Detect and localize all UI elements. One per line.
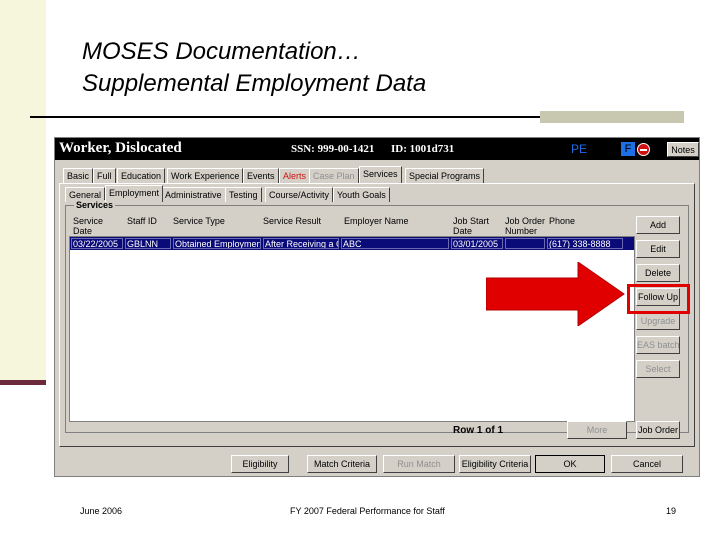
row-count: Row 1 of 1 xyxy=(453,425,504,436)
cell-job-start-date[interactable]: 03/01/2005 xyxy=(451,238,503,249)
main-tab-row: Basic Full Education Work Experience Eve… xyxy=(63,166,693,183)
subtab-course-activity[interactable]: Course/Activity xyxy=(265,187,334,202)
col-service-type: Service Type xyxy=(173,216,225,226)
footer-date: June 2006 xyxy=(80,506,123,516)
cell-staff-id[interactable]: GBLNN xyxy=(125,238,171,249)
col-service-date: Service Date xyxy=(73,216,104,236)
tab-basic[interactable]: Basic xyxy=(63,168,94,183)
table-row[interactable]: 03/22/2005 GBLNN Obtained Employment Aft… xyxy=(70,237,634,250)
callout-arrow-icon xyxy=(486,262,625,326)
select-button[interactable]: Select xyxy=(636,360,680,378)
more-button[interactable]: More xyxy=(567,421,627,439)
stop-icon[interactable] xyxy=(637,143,650,156)
col-phone: Phone xyxy=(549,216,576,226)
tab-education[interactable]: Education xyxy=(117,168,166,183)
col-service-result: Service Result xyxy=(263,216,322,226)
footer-page-number: 19 xyxy=(666,506,677,516)
sub-tab-row: General Employment Administrative Testin… xyxy=(65,185,685,202)
slide-title-rule-band xyxy=(540,111,684,123)
job-order-button[interactable]: Job Order xyxy=(636,421,680,439)
slide-title: MOSES Documentation… Supplemental Employ… xyxy=(82,36,426,100)
tab-special-programs[interactable]: Special Programs xyxy=(405,168,485,183)
window-titlebar: Worker, Dislocated SSN: 999-00-1421 ID: … xyxy=(55,138,699,160)
tab-events[interactable]: Events xyxy=(243,168,279,183)
slide-left-accent-bar xyxy=(0,380,46,385)
slide-title-line2: Supplemental Employment Data xyxy=(82,70,427,97)
eligibility-criteria-button[interactable]: Eligibility Criteria xyxy=(459,455,531,473)
pe-indicator: PE xyxy=(571,142,588,156)
cell-service-date[interactable]: 03/22/2005 xyxy=(71,238,123,249)
tab-case-plan[interactable]: Case Plan xyxy=(309,168,359,183)
id-label: ID: 1001d731 xyxy=(391,143,455,155)
slide-title-line1: MOSES Documentation… xyxy=(82,38,361,65)
delete-button[interactable]: Delete xyxy=(636,264,680,282)
run-match-button[interactable]: Run Match xyxy=(383,455,455,473)
subtab-administrative[interactable]: Administrative xyxy=(161,187,226,202)
subtab-youth-goals[interactable]: Youth Goals xyxy=(333,187,390,202)
tab-work-experience[interactable]: Work Experience xyxy=(167,168,244,183)
subtab-employment[interactable]: Employment xyxy=(105,185,164,202)
cancel-button[interactable]: Cancel xyxy=(611,455,683,473)
tab-full[interactable]: Full xyxy=(93,168,116,183)
col-employer-name: Employer Name xyxy=(344,216,409,226)
follow-up-highlight-box xyxy=(627,284,690,314)
cell-phone[interactable]: (617) 338-8888 xyxy=(547,238,623,249)
cell-employer-name[interactable]: ABC xyxy=(341,238,449,249)
col-staff-id: Staff ID xyxy=(127,216,157,226)
flag-indicator: F xyxy=(621,142,635,156)
subtab-testing[interactable]: Testing xyxy=(225,187,262,202)
col-job-order-number: Job Order Number xyxy=(505,216,546,236)
cell-service-type[interactable]: Obtained Employment xyxy=(173,238,261,249)
add-button[interactable]: Add xyxy=(636,216,680,234)
tab-services[interactable]: Services xyxy=(359,166,402,183)
upgrade-button[interactable]: Upgrade xyxy=(636,312,680,330)
ok-button[interactable]: OK xyxy=(535,455,605,473)
footer-center-text: FY 2007 Federal Performance for Staff xyxy=(290,506,445,516)
slide-title-rule xyxy=(30,116,540,118)
tab-alerts[interactable]: Alerts xyxy=(279,168,311,183)
edit-button[interactable]: Edit xyxy=(636,240,680,258)
col-job-start-date: Job Start Date xyxy=(453,216,490,236)
eas-batch-button[interactable]: EAS batch xyxy=(636,336,680,354)
match-criteria-button[interactable]: Match Criteria xyxy=(307,455,377,473)
notes-button[interactable]: Notes xyxy=(667,142,699,157)
eligibility-button[interactable]: Eligibility xyxy=(231,455,289,473)
ssn-label: SSN: 999-00-1421 xyxy=(291,143,375,155)
slide-left-band xyxy=(0,0,46,384)
cell-job-order-number[interactable] xyxy=(505,238,545,249)
cell-service-result[interactable]: After Receiving a C xyxy=(263,238,339,249)
window-title: Worker, Dislocated xyxy=(59,140,182,156)
